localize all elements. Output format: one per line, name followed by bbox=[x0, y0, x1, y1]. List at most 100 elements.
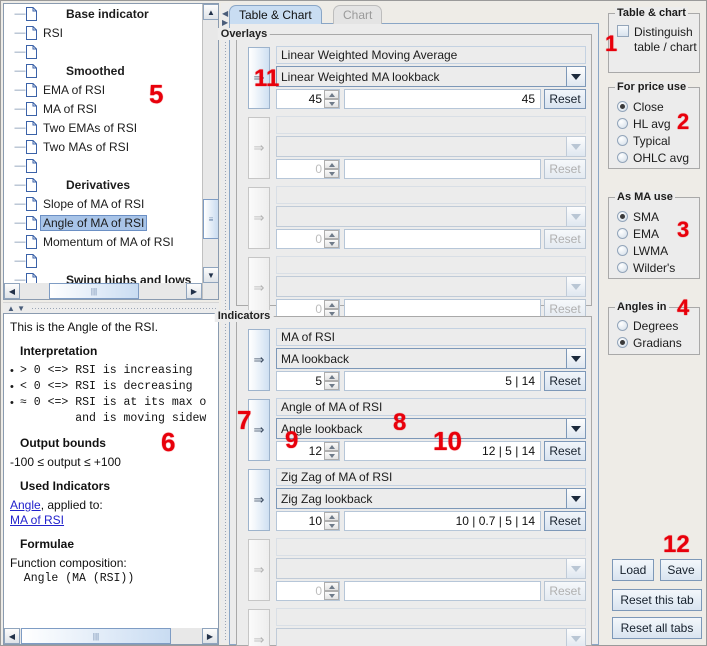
overlays-reset-button[interactable]: Reset bbox=[544, 159, 586, 179]
reset-this-tab-button[interactable]: Reset this tab bbox=[612, 589, 702, 611]
tree-item-smoothed[interactable]: — Smoothed bbox=[4, 61, 202, 80]
desc-horizontal-scroll-thumb[interactable]: ||| bbox=[21, 628, 171, 644]
radio-option-gradians[interactable]: Gradians bbox=[609, 334, 699, 351]
indicators-value-spinner[interactable]: 10 bbox=[276, 511, 340, 531]
radio-button-icon[interactable] bbox=[617, 245, 628, 256]
indicators-value-spinner[interactable]: 0 bbox=[276, 581, 340, 601]
indicators-apply-arrow-button[interactable]: ⇒ bbox=[248, 469, 270, 531]
radio-button-icon[interactable] bbox=[617, 211, 628, 222]
spinner-decrement-button[interactable] bbox=[324, 591, 339, 600]
tree-item-ma-of-rsi[interactable]: — MA of RSI bbox=[4, 99, 202, 118]
overlays-apply-arrow-button[interactable]: ⇒ bbox=[248, 117, 270, 179]
radio-button-icon[interactable] bbox=[617, 118, 628, 129]
tree-item-momentum-of-ma-of-rsi[interactable]: — Momentum of MA of RSI bbox=[4, 232, 202, 251]
chevron-down-icon[interactable] bbox=[566, 629, 585, 646]
overlays-reset-button[interactable]: Reset bbox=[544, 229, 586, 249]
tree-item-blank-2[interactable]: — bbox=[4, 42, 202, 61]
indicators-parameter-combo[interactable] bbox=[276, 558, 586, 579]
overlays-reset-button[interactable]: Reset bbox=[544, 89, 586, 109]
overlays-value-spinner[interactable]: 0 bbox=[276, 159, 340, 179]
radio-option-ohlc-avg[interactable]: OHLC avg bbox=[609, 149, 699, 166]
chevron-down-icon[interactable] bbox=[566, 559, 585, 578]
tree-item-blank-8[interactable]: — bbox=[4, 156, 202, 175]
tree-scroll-up-button[interactable]: ▲ bbox=[203, 4, 218, 20]
indicators-apply-arrow-button[interactable]: ⇒ bbox=[248, 539, 270, 601]
description-horizontal-scrollbar[interactable]: ◀ ||| ▶ bbox=[4, 628, 218, 644]
overlays-parameter-combo[interactable] bbox=[276, 276, 586, 297]
tree-scroll-left-button[interactable]: ◀ bbox=[4, 283, 20, 299]
splitter-collapse-icons[interactable]: ▲ ▼ bbox=[7, 304, 25, 313]
overlays-value-spinner[interactable]: 0 bbox=[276, 229, 340, 249]
tree-vertical-scrollbar[interactable]: ▲ ≡ ▼ bbox=[202, 4, 218, 299]
spinner-increment-button[interactable] bbox=[324, 160, 339, 169]
indicators-reset-button[interactable]: Reset bbox=[544, 581, 586, 601]
radio-button-icon[interactable] bbox=[617, 262, 628, 273]
chevron-down-icon[interactable] bbox=[566, 419, 585, 438]
tree-scroll-right-button[interactable]: ▶ bbox=[186, 283, 202, 299]
spinner-buttons[interactable] bbox=[324, 160, 339, 178]
tab-chart[interactable]: Chart bbox=[333, 5, 383, 24]
load-button[interactable]: Load bbox=[612, 559, 654, 581]
tree-item-angle-of-ma-of-rsi[interactable]: — Angle of MA of RSI bbox=[4, 213, 202, 232]
indicators-parameter-combo[interactable]: Zig Zag lookback bbox=[276, 488, 586, 509]
tree-item-base-indicator[interactable]: — Base indicator bbox=[4, 4, 202, 23]
tree-vertical-scroll-thumb[interactable]: ≡ bbox=[203, 199, 218, 239]
used-indicator-link-angle[interactable]: Angle bbox=[10, 498, 41, 512]
spinner-increment-button[interactable] bbox=[324, 230, 339, 239]
tree-item-ema-of-rsi[interactable]: — EMA of RSI bbox=[4, 80, 202, 99]
spinner-increment-button[interactable] bbox=[324, 442, 339, 451]
desc-scroll-right-button[interactable]: ▶ bbox=[202, 628, 218, 644]
indicators-parameter-combo[interactable]: Angle lookback bbox=[276, 418, 586, 439]
tree-item-derivatives[interactable]: — Derivatives bbox=[4, 175, 202, 194]
tree-item-two-emas-of-rsi[interactable]: — Two EMAs of RSI bbox=[4, 118, 202, 137]
tree-item-two-mas-of-rsi[interactable]: — Two MAs of RSI bbox=[4, 137, 202, 156]
chevron-down-icon[interactable] bbox=[566, 67, 585, 86]
tree-item-rsi[interactable]: — RSI bbox=[4, 23, 202, 42]
spinner-decrement-button[interactable] bbox=[324, 381, 339, 390]
chevron-down-icon[interactable] bbox=[566, 349, 585, 368]
tree-horizontal-scroll-thumb[interactable]: ||| bbox=[49, 283, 139, 299]
tab-table-and-chart[interactable]: Table & Chart bbox=[229, 5, 322, 24]
spinner-decrement-button[interactable] bbox=[324, 99, 339, 108]
radio-button-icon[interactable] bbox=[617, 101, 628, 112]
indicators-value-spinner[interactable]: 5 bbox=[276, 371, 340, 391]
indicators-apply-arrow-button[interactable]: ⇒ bbox=[248, 609, 270, 646]
spinner-buttons[interactable] bbox=[324, 230, 339, 248]
overlays-apply-arrow-button[interactable]: ⇒ bbox=[248, 187, 270, 249]
overlays-parameter-combo[interactable]: Linear Weighted MA lookback bbox=[276, 66, 586, 87]
radio-button-icon[interactable] bbox=[617, 135, 628, 146]
indicators-parameter-combo[interactable] bbox=[276, 628, 586, 646]
indicator-tree-list[interactable]: — Base indicator — RSI — — Smoothed — EMA of RSI… bbox=[4, 4, 202, 289]
indicators-reset-button[interactable]: Reset bbox=[544, 441, 586, 461]
tree-horizontal-scrollbar[interactable]: ◀ ||| ▶ bbox=[4, 283, 202, 299]
tree-scroll-down-button[interactable]: ▼ bbox=[203, 267, 218, 283]
overlays-value-spinner[interactable]: 45 bbox=[276, 89, 340, 109]
chevron-down-icon[interactable] bbox=[566, 207, 585, 226]
tree-item-slope-of-ma-of-rsi[interactable]: — Slope of MA of RSI bbox=[4, 194, 202, 213]
radio-option-typical[interactable]: Typical bbox=[609, 132, 699, 149]
spinner-buttons[interactable] bbox=[324, 372, 339, 390]
radio-button-icon[interactable] bbox=[617, 337, 628, 348]
overlays-parameter-combo[interactable] bbox=[276, 206, 586, 227]
horizontal-splitter[interactable]: ▲ ▼ bbox=[3, 302, 219, 313]
spinner-decrement-button[interactable] bbox=[324, 169, 339, 178]
indicators-reset-button[interactable]: Reset bbox=[544, 371, 586, 391]
spinner-buttons[interactable] bbox=[324, 582, 339, 600]
spinner-buttons[interactable] bbox=[324, 442, 339, 460]
spinner-decrement-button[interactable] bbox=[324, 451, 339, 460]
radio-button-icon[interactable] bbox=[617, 152, 628, 163]
indicators-reset-button[interactable]: Reset bbox=[544, 511, 586, 531]
desc-scroll-left-button[interactable]: ◀ bbox=[4, 628, 20, 644]
spinner-increment-button[interactable] bbox=[324, 512, 339, 521]
chevron-down-icon[interactable] bbox=[566, 489, 585, 508]
chevron-down-icon[interactable] bbox=[566, 137, 585, 156]
spinner-decrement-button[interactable] bbox=[324, 521, 339, 530]
overlays-parameter-combo[interactable] bbox=[276, 136, 586, 157]
spinner-increment-button[interactable] bbox=[324, 300, 339, 309]
save-button[interactable]: Save bbox=[660, 559, 702, 581]
spinner-increment-button[interactable] bbox=[324, 582, 339, 591]
spinner-decrement-button[interactable] bbox=[324, 239, 339, 248]
spinner-increment-button[interactable] bbox=[324, 372, 339, 381]
radio-option-lwma[interactable]: LWMA bbox=[609, 242, 699, 259]
spinner-buttons[interactable] bbox=[324, 512, 339, 530]
